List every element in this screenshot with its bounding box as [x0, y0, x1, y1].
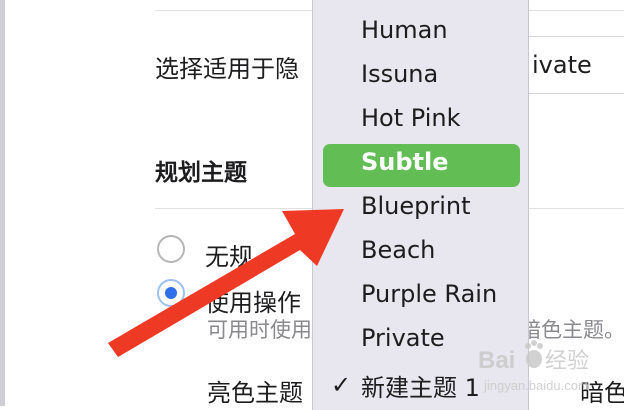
baidu-jingyan-watermark: Bai 经验 jingyan.baidu.com [478, 340, 589, 393]
baidu-paw-icon [525, 340, 543, 368]
watermark-brand: Bai [478, 347, 515, 374]
watermark-url: jingyan.baidu.com [483, 378, 589, 393]
watermark-brand-suffix: 经验 [545, 349, 589, 374]
